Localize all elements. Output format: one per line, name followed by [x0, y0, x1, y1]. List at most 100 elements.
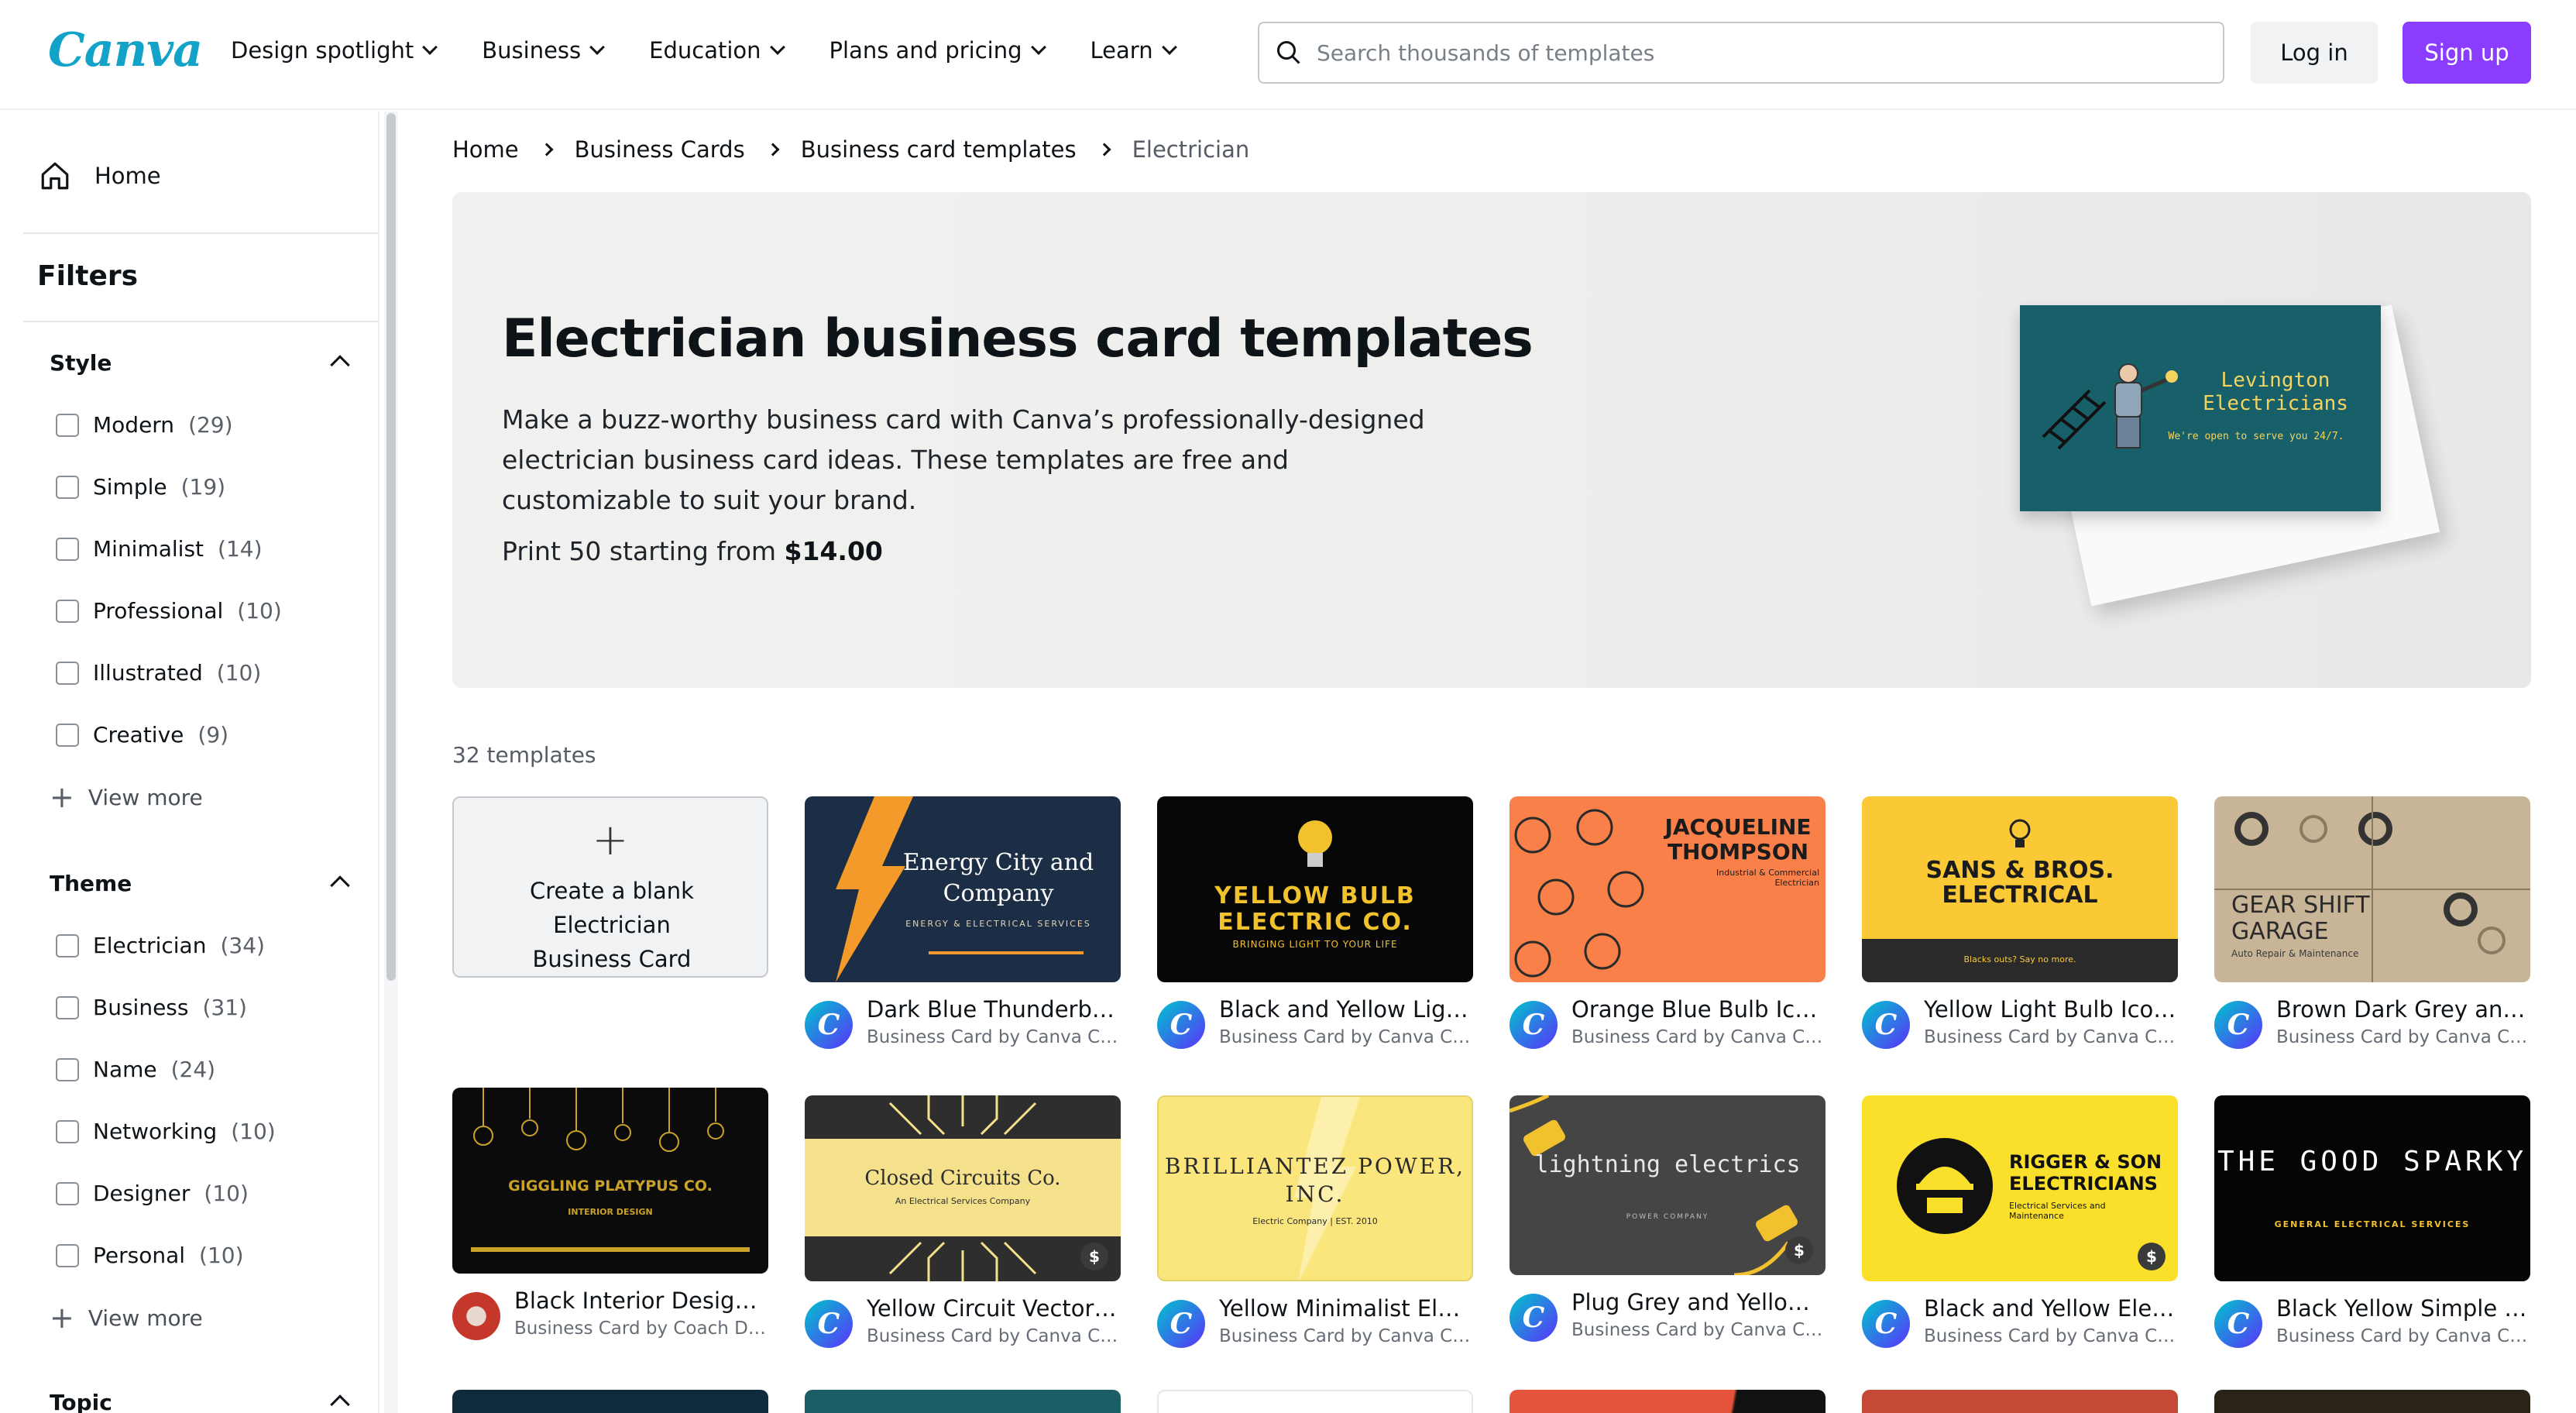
- template-thumbnail-partial[interactable]: [805, 1390, 1121, 1413]
- template-thumbnail-partial[interactable]: [452, 1390, 768, 1413]
- template-title[interactable]: Black Interior Designer Business Card: [514, 1288, 768, 1314]
- template-card[interactable]: JACQUELINE THOMPSON Industrial & Commerc…: [1510, 796, 1826, 1058]
- template-card[interactable]: YELLOW BULB ELECTRIC CO. BRINGING LIGHT …: [1157, 796, 1473, 1058]
- filter-option-business[interactable]: Business (31): [56, 995, 247, 1020]
- breadcrumb-business-cards[interactable]: Business Cards: [575, 136, 745, 163]
- template-creator[interactable]: Business Card by Canva Creative Studio: [2276, 1326, 2530, 1346]
- template-thumbnail-partial[interactable]: [1862, 1390, 2178, 1413]
- filter-option-minimalist[interactable]: Minimalist (14): [56, 536, 263, 562]
- filter-group-theme[interactable]: Theme: [50, 871, 352, 896]
- template-thumbnail[interactable]: YELLOW BULB ELECTRIC CO. BRINGING LIGHT …: [1157, 796, 1473, 982]
- scrollbar-thumb[interactable]: [386, 113, 396, 981]
- template-thumbnail[interactable]: JACQUELINE THOMPSON Industrial & Commerc…: [1510, 796, 1826, 982]
- checkbox[interactable]: [56, 995, 79, 1019]
- sidebar-home[interactable]: Home: [39, 160, 161, 192]
- template-thumbnail[interactable]: SANS & BROS. ELECTRICAL Blacks outs? Say…: [1862, 796, 2178, 982]
- template-creator[interactable]: Business Card by Canva Creative Studio: [1571, 1027, 1826, 1047]
- template-creator[interactable]: Business Card by Canva Creative Studio: [867, 1326, 1121, 1346]
- template-creator[interactable]: Business Card by Canva Creative Studio: [1219, 1027, 1473, 1047]
- sidebar-scrollbar[interactable]: [384, 112, 398, 1413]
- nav-plans-pricing[interactable]: Plans and pricing: [829, 37, 1046, 64]
- template-card[interactable]: GIGGLING PLATYPUS CO. INTERIOR DESIGN Bl…: [452, 1088, 768, 1349]
- template-title[interactable]: Black Yellow Simple Professional Busines…: [2276, 1295, 2530, 1322]
- checkbox[interactable]: [56, 599, 79, 623]
- template-creator[interactable]: Business Card by Canva Creative Studio: [867, 1027, 1121, 1047]
- template-thumbnail-partial[interactable]: [1157, 1390, 1473, 1413]
- template-card[interactable]: Energy City and Company ENERGY & ELECTRI…: [805, 796, 1121, 1058]
- filter-option-personal[interactable]: Personal (10): [56, 1243, 244, 1268]
- checkbox[interactable]: [56, 1119, 79, 1143]
- template-thumbnail[interactable]: THE GOOD SPARKY GENERAL ELECTRICAL SERVI…: [2214, 1095, 2530, 1281]
- option-count: (34): [220, 933, 265, 958]
- filter-option-networking[interactable]: Networking (10): [56, 1119, 276, 1144]
- filter-option-name[interactable]: Name (24): [56, 1057, 215, 1082]
- template-creator[interactable]: Business Card by Canva Creative Studio: [1924, 1027, 2178, 1047]
- filter-option-modern[interactable]: Modern (29): [56, 412, 233, 438]
- template-title[interactable]: Plug Grey and Yellow Business Card: [1571, 1289, 1826, 1315]
- nav-design-spotlight[interactable]: Design spotlight: [231, 37, 438, 64]
- checkbox[interactable]: [56, 1243, 79, 1267]
- nav-learn[interactable]: Learn: [1091, 37, 1177, 64]
- template-card[interactable]: THE GOOD SPARKY GENERAL ELECTRICAL SERVI…: [2214, 1095, 2530, 1357]
- template-thumbnail[interactable]: BRILLIANTEZ POWER, INC. Electric Company…: [1157, 1095, 1473, 1281]
- template-card[interactable]: GEAR SHIFT GARAGE Auto Repair & Maintena…: [2214, 796, 2530, 1058]
- create-blank-card[interactable]: + Create a blank Electrician Business Ca…: [452, 796, 768, 978]
- template-thumbnail[interactable]: GEAR SHIFT GARAGE Auto Repair & Maintena…: [2214, 796, 2530, 982]
- template-thumbnail[interactable]: Energy City and Company ENERGY & ELECTRI…: [805, 796, 1121, 982]
- filter-group-style[interactable]: Style: [50, 350, 352, 376]
- template-thumbnail-partial[interactable]: [1510, 1390, 1826, 1413]
- template-thumbnail-partial[interactable]: [2214, 1390, 2530, 1413]
- checkbox[interactable]: [56, 723, 79, 747]
- template-title[interactable]: Orange Blue Bulb Icon Business Card: [1571, 996, 1826, 1023]
- checkbox[interactable]: [56, 475, 79, 499]
- template-card[interactable]: lightning electrics POWER COMPANY $ C Plu…: [1510, 1095, 1826, 1351]
- checkbox[interactable]: [56, 1181, 79, 1205]
- thumb-title: BRILLIANTEZ POWER, INC.: [1164, 1153, 1466, 1207]
- template-thumbnail[interactable]: RIGGER & SON ELECTRICIANS Electrical Ser…: [1862, 1095, 2178, 1281]
- checkbox[interactable]: [56, 537, 79, 561]
- template-card[interactable]: Closed Circuits Co. An Electrical Servic…: [805, 1095, 1121, 1357]
- template-title[interactable]: Yellow Circuit Vector Business Card: [867, 1295, 1121, 1322]
- filter-option-electrician[interactable]: Electrician (34): [56, 933, 265, 958]
- canva-logo[interactable]: Canva: [48, 23, 203, 77]
- nav-education[interactable]: Education: [649, 37, 785, 64]
- template-meta: C Black Yellow Simple Professional Busine…: [2214, 1295, 2530, 1357]
- breadcrumb-business-card-templates[interactable]: Business card templates: [801, 136, 1077, 163]
- signup-button[interactable]: Sign up: [2403, 22, 2531, 84]
- template-title[interactable]: Black and Yellow Light Bulb Business Car…: [1219, 996, 1473, 1023]
- template-creator[interactable]: Business Card by Coach Design: [514, 1318, 768, 1339]
- template-title[interactable]: Yellow Minimalist Electrical Business Ca…: [1219, 1295, 1473, 1322]
- option-label: Minimalist: [93, 536, 204, 562]
- template-card[interactable]: RIGGER & SON ELECTRICIANS Electrical Ser…: [1862, 1095, 2178, 1357]
- breadcrumb-home[interactable]: Home: [452, 136, 519, 163]
- checkbox[interactable]: [56, 413, 79, 437]
- template-card[interactable]: SANS & BROS. ELECTRICAL Blacks outs? Say…: [1862, 796, 2178, 1058]
- filter-option-simple[interactable]: Simple (19): [56, 474, 225, 500]
- filter-option-designer[interactable]: Designer (10): [56, 1181, 249, 1206]
- filter-option-creative[interactable]: Creative (9): [56, 722, 228, 748]
- checkbox[interactable]: [56, 933, 79, 957]
- template-title[interactable]: Black and Yellow Electrician Business Ca…: [1924, 1295, 2178, 1322]
- checkbox[interactable]: [56, 661, 79, 685]
- nav-business[interactable]: Business: [482, 37, 606, 64]
- template-creator[interactable]: Business Card by Canva Creative Studio: [1571, 1320, 1826, 1340]
- template-title[interactable]: Dark Blue Thunderbolt Electrical Busines…: [867, 996, 1121, 1023]
- template-thumbnail[interactable]: GIGGLING PLATYPUS CO. INTERIOR DESIGN: [452, 1088, 768, 1274]
- filter-option-professional[interactable]: Professional (10): [56, 598, 282, 624]
- template-card[interactable]: BRILLIANTEZ POWER, INC. Electric Company…: [1157, 1095, 1473, 1357]
- view-more-style[interactable]: + View more: [50, 782, 203, 812]
- template-thumbnail[interactable]: lightning electrics POWER COMPANY $: [1510, 1095, 1826, 1275]
- template-title[interactable]: Brown Dark Grey and Beige Business Card: [2276, 996, 2530, 1023]
- checkbox[interactable]: [56, 1057, 79, 1081]
- filter-group-topic[interactable]: Topic: [50, 1390, 352, 1413]
- template-creator[interactable]: Business Card by Canva Creative Studio: [2276, 1027, 2530, 1047]
- search-input[interactable]: [1317, 40, 2223, 66]
- template-creator[interactable]: Business Card by Canva Creative Studio: [1924, 1326, 2178, 1346]
- login-button[interactable]: Log in: [2251, 22, 2378, 84]
- view-more-theme[interactable]: + View more: [50, 1303, 203, 1332]
- template-title[interactable]: Yellow Light Bulb Icon Business Card: [1924, 996, 2178, 1023]
- filter-option-illustrated[interactable]: Illustrated (10): [56, 660, 261, 686]
- template-creator[interactable]: Business Card by Canva Creative Studio: [1219, 1326, 1473, 1346]
- template-thumbnail[interactable]: Closed Circuits Co. An Electrical Servic…: [805, 1095, 1121, 1281]
- chevron-right-icon: [540, 143, 554, 156]
